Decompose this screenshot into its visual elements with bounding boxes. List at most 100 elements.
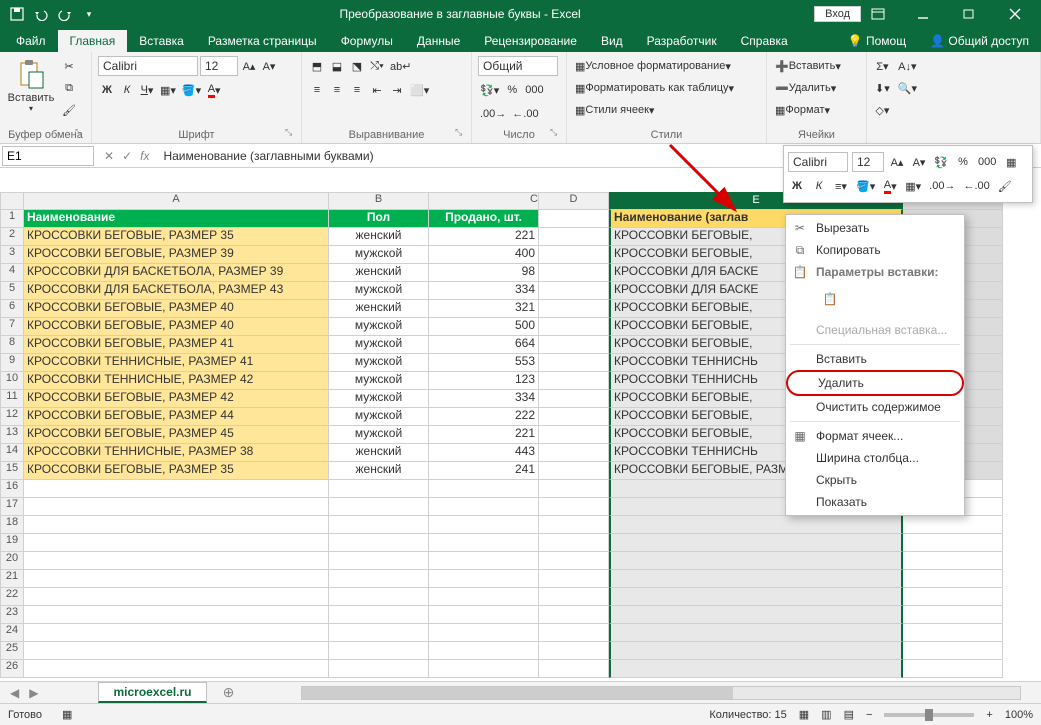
horizontal-scrollbar[interactable]	[301, 686, 1021, 700]
wrap-text-icon[interactable]: ab↵	[388, 56, 413, 76]
increase-indent-icon[interactable]: ⇥	[388, 80, 406, 100]
ctx-cut[interactable]: ✂Вырезать	[786, 217, 964, 239]
ctx-hide[interactable]: Скрыть	[786, 469, 964, 491]
mini-align-icon[interactable]: ≡▾	[832, 176, 850, 196]
fill-color-icon[interactable]: 🪣▾	[180, 80, 203, 100]
qat-customize-icon[interactable]: ▾	[78, 3, 100, 25]
close-button[interactable]	[993, 0, 1037, 28]
name-box[interactable]	[2, 146, 94, 166]
ctx-clear[interactable]: Очистить содержимое	[786, 396, 964, 418]
font-dialog-launcher[interactable]: ⤡	[285, 127, 299, 141]
mini-decrease-font-icon[interactable]: A▾	[910, 152, 928, 172]
conditional-formatting[interactable]: ▦ Условное форматирование ▾	[573, 56, 760, 76]
mini-fill-icon[interactable]: 🪣▾	[854, 176, 877, 196]
mini-italic[interactable]: К	[810, 176, 828, 196]
cancel-formula-icon[interactable]: ✕	[104, 149, 114, 163]
save-icon[interactable]	[6, 3, 28, 25]
percent-icon[interactable]: %	[503, 80, 521, 100]
undo-icon[interactable]	[30, 3, 52, 25]
maximize-button[interactable]	[947, 0, 991, 28]
increase-font-icon[interactable]: A▴	[240, 56, 258, 76]
zoom-slider[interactable]	[884, 713, 974, 717]
clear-icon[interactable]: ◇▾	[873, 100, 892, 120]
paste-button[interactable]: Вставить ▾	[6, 56, 56, 127]
align-right-icon[interactable]: ≡	[348, 80, 366, 100]
tab-data[interactable]: Данные	[405, 30, 472, 52]
tab-help[interactable]: Справка	[729, 30, 800, 52]
insert-cells[interactable]: ➕ Вставить ▾	[773, 56, 860, 76]
clipboard-dialog-launcher[interactable]: ⤡	[75, 127, 89, 141]
signin-button[interactable]: Вход	[814, 6, 861, 22]
tab-home[interactable]: Главная	[58, 30, 128, 52]
sheet-nav-next-icon[interactable]: ▶	[29, 686, 38, 700]
zoom-level[interactable]: 100%	[1005, 709, 1033, 721]
zoom-in-icon[interactable]: +	[986, 709, 992, 721]
ctx-paste-special[interactable]: Специальная вставка...	[786, 319, 964, 341]
sheet-tab-active[interactable]: microexcel.ru	[98, 682, 206, 703]
paste-default-icon[interactable]: 📋	[816, 285, 844, 313]
view-pagebreak-icon[interactable]: ▤	[844, 708, 854, 721]
mini-percent-icon[interactable]: %	[954, 152, 972, 172]
number-format-combo[interactable]: Общий	[478, 56, 558, 76]
insert-function-icon[interactable]: fx	[140, 149, 149, 163]
ctx-column-width[interactable]: Ширина столбца...	[786, 447, 964, 469]
delete-cells[interactable]: ➖ Удалить ▾	[773, 78, 860, 98]
autosum-icon[interactable]: Σ▾	[873, 56, 892, 76]
macro-record-icon[interactable]: ▦	[62, 708, 72, 721]
decrease-font-icon[interactable]: A▾	[260, 56, 278, 76]
mini-font-name[interactable]: Calibri	[788, 152, 848, 172]
col-header-B[interactable]: B	[329, 192, 429, 210]
tab-review[interactable]: Рецензирование	[472, 30, 589, 52]
align-left-icon[interactable]: ≡	[308, 80, 326, 100]
tab-file[interactable]: Файл	[4, 30, 58, 52]
find-select-icon[interactable]: 🔍▾	[896, 78, 919, 98]
decrease-indent-icon[interactable]: ⇤	[368, 80, 386, 100]
font-color-icon[interactable]: A▾	[205, 80, 223, 100]
tab-page-layout[interactable]: Разметка страницы	[196, 30, 329, 52]
ribbon-display-icon[interactable]	[871, 8, 899, 20]
font-size-combo[interactable]: 12	[200, 56, 238, 76]
format-painter-icon[interactable]: 🖌	[60, 100, 78, 120]
font-name-combo[interactable]: Calibri	[98, 56, 198, 76]
share-button[interactable]: 👤 Общий доступ	[918, 30, 1041, 52]
cell-styles[interactable]: ▦ Стили ячеек ▾	[573, 100, 760, 120]
mini-increase-font-icon[interactable]: A▴	[888, 152, 906, 172]
new-sheet-button[interactable]: ⊕	[217, 684, 241, 701]
number-dialog-launcher[interactable]: ⤡	[550, 127, 564, 141]
currency-icon[interactable]: 💱▾	[478, 80, 501, 100]
mini-fontcolor-icon[interactable]: A▾	[881, 176, 899, 196]
zoom-out-icon[interactable]: −	[866, 709, 872, 721]
borders-icon[interactable]: ▦▾	[158, 80, 178, 100]
fill-icon[interactable]: ⬇▾	[873, 78, 892, 98]
format-as-table[interactable]: ▦ Форматировать как таблицу ▾	[573, 78, 760, 98]
select-all-corner[interactable]	[0, 192, 24, 210]
copy-icon[interactable]: ⧉	[60, 78, 78, 98]
mini-decimal-inc-icon[interactable]: .00→	[927, 176, 957, 196]
col-header-D[interactable]: D	[539, 192, 609, 210]
ctx-insert[interactable]: Вставить	[786, 348, 964, 370]
sort-filter-icon[interactable]: A↓▾	[896, 56, 919, 76]
align-bottom-icon[interactable]: ⬔	[348, 56, 366, 76]
tab-formulas[interactable]: Формулы	[329, 30, 405, 52]
align-top-icon[interactable]: ⬒	[308, 56, 326, 76]
orientation-icon[interactable]: ⤭▾	[368, 56, 386, 76]
merge-icon[interactable]: ⬜▾	[408, 80, 431, 100]
tab-view[interactable]: Вид	[589, 30, 635, 52]
view-pagelayout-icon[interactable]: ▥	[821, 708, 831, 721]
mini-bold[interactable]: Ж	[788, 176, 806, 196]
bold-button[interactable]: Ж	[98, 80, 116, 100]
increase-decimal-icon[interactable]: .00→	[478, 104, 508, 124]
view-normal-icon[interactable]: ▦	[799, 708, 809, 721]
tell-me[interactable]: 💡 Помощ	[836, 30, 918, 52]
ctx-copy[interactable]: ⧉Копировать	[786, 239, 964, 261]
align-middle-icon[interactable]: ⬓	[328, 56, 346, 76]
enter-formula-icon[interactable]: ✓	[122, 149, 132, 163]
mini-font-size[interactable]: 12	[852, 152, 884, 172]
comma-icon[interactable]: 000	[523, 80, 545, 100]
mini-comma-icon[interactable]: 000	[976, 152, 998, 172]
italic-button[interactable]: К	[118, 80, 136, 100]
underline-button[interactable]: Ч▾	[138, 80, 156, 100]
cut-icon[interactable]: ✂	[60, 56, 78, 76]
sheet-nav-prev-icon[interactable]: ◀	[0, 686, 29, 700]
ctx-delete[interactable]: Удалить	[786, 370, 964, 396]
